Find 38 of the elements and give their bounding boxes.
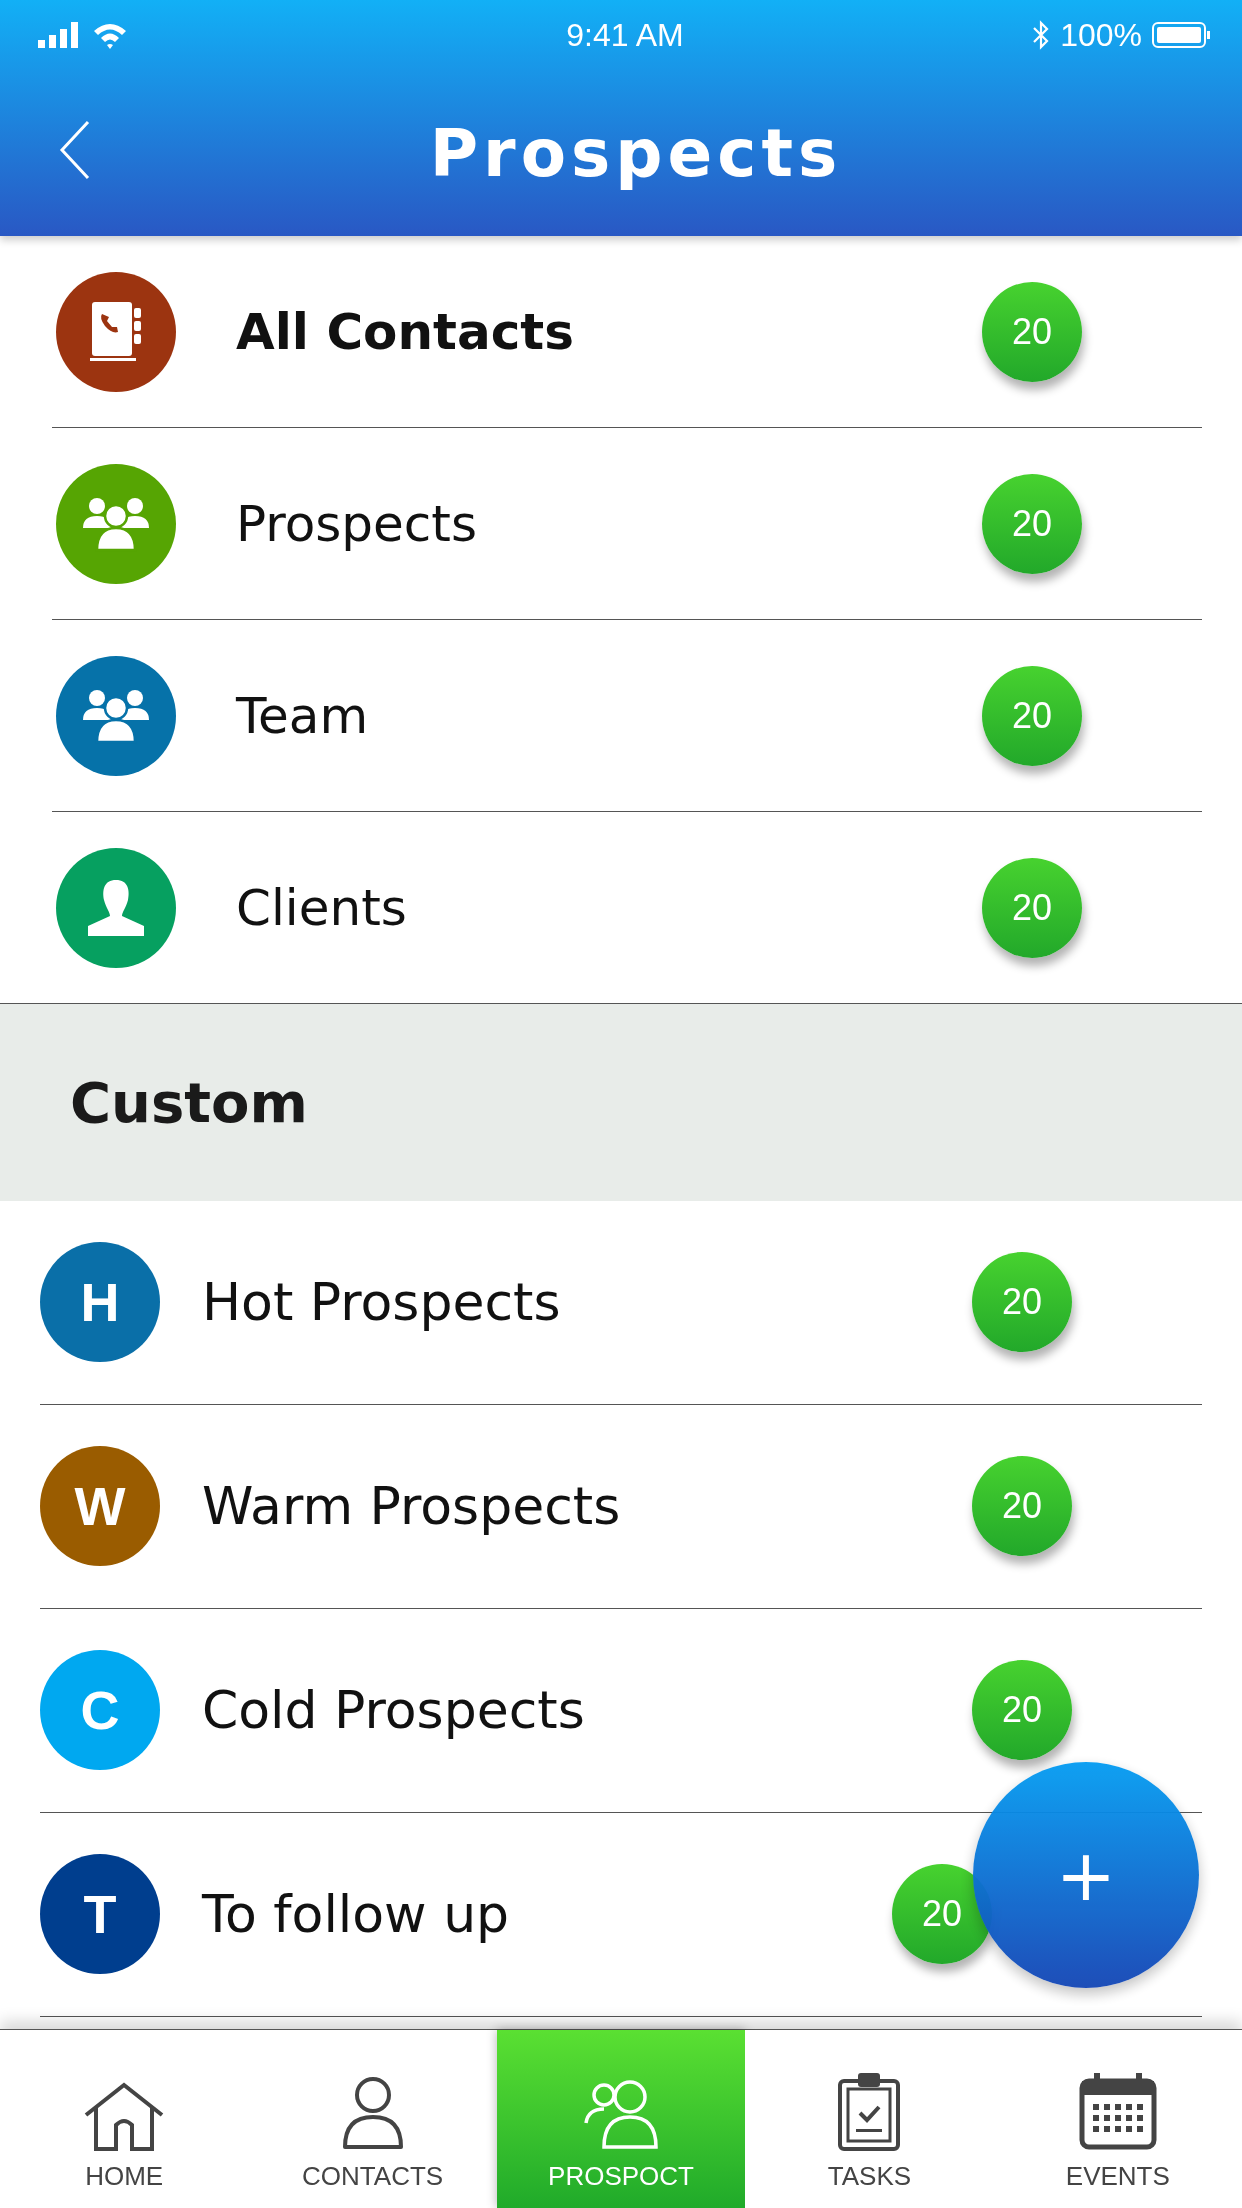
calendar-icon bbox=[1077, 2071, 1158, 2151]
count-badge: 20 bbox=[972, 1252, 1072, 1352]
add-button[interactable]: + bbox=[973, 1762, 1199, 1988]
letter-avatar: C bbox=[40, 1650, 160, 1770]
battery-percent: 100% bbox=[1060, 16, 1142, 54]
clipboard-icon bbox=[836, 2071, 903, 2151]
list-name: Cold Prospects bbox=[202, 1680, 586, 1740]
list-name: To follow up bbox=[202, 1884, 511, 1944]
letter-avatar: H bbox=[40, 1242, 160, 1362]
count-badge: 20 bbox=[972, 1456, 1072, 1556]
group-row[interactable]: All Contacts 20 bbox=[52, 236, 1202, 428]
custom-list-row[interactable]: H Hot Prospects 20 bbox=[40, 1200, 1202, 1405]
group-name: Clients bbox=[236, 878, 408, 937]
count-badge: 20 bbox=[982, 281, 1082, 382]
bluetooth-icon bbox=[1032, 19, 1051, 51]
count-badge: 20 bbox=[972, 1660, 1072, 1760]
status-time: 9:41 AM bbox=[566, 16, 684, 54]
battery-icon bbox=[1152, 21, 1212, 49]
group-row[interactable]: Team 20 bbox=[52, 620, 1202, 812]
count-badge: 20 bbox=[982, 665, 1082, 766]
list-name: Warm Prospects bbox=[202, 1476, 622, 1536]
group-name: Team bbox=[236, 686, 370, 745]
list-name: Hot Prospects bbox=[202, 1272, 562, 1332]
count-badge: 20 bbox=[982, 857, 1082, 958]
tab-button[interactable]: HOME bbox=[0, 2030, 249, 2208]
section-title: Custom bbox=[70, 1069, 308, 1135]
letter-avatar: T bbox=[40, 1854, 160, 1974]
count-badge: 20 bbox=[982, 473, 1082, 574]
custom-list-row[interactable]: W Warm Prospects 20 bbox=[40, 1404, 1202, 1609]
screen-title: Prospects bbox=[429, 114, 843, 192]
tab-button[interactable]: EVENTS bbox=[993, 2030, 1242, 2208]
group-row[interactable]: Prospects 20 bbox=[52, 428, 1202, 620]
letter-avatar: W bbox=[40, 1446, 160, 1566]
group-name: Prospects bbox=[236, 494, 478, 553]
tab-button[interactable]: TASKS bbox=[745, 2030, 994, 2208]
group-name: All Contacts bbox=[236, 302, 575, 361]
tab-button[interactable]: CONTACTS bbox=[248, 2030, 497, 2208]
wifi-icon bbox=[92, 21, 128, 49]
